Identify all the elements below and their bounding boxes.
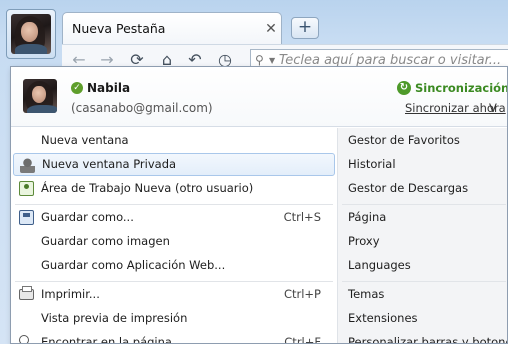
close-icon[interactable]: ✕	[261, 21, 281, 37]
avatar	[23, 79, 57, 113]
shortcut-label: Ctrl+P	[283, 287, 321, 301]
menu-separator	[342, 281, 506, 282]
menu-item-proxy[interactable]: Proxy	[338, 230, 507, 253]
menu-item-label: Nueva ventana Privada	[42, 157, 177, 171]
menu-left-column: Nueva ventana Nueva ventana Privada Área…	[11, 128, 337, 344]
menu-item-guardar-como-imagen[interactable]: Guardar como imagen	[13, 230, 335, 253]
user-email: (casanabo@gmail.com)	[71, 101, 213, 115]
chevron-down-icon[interactable]: ▼	[269, 56, 279, 65]
profile-dropdown-menu: ✓ Nabila (casanabo@gmail.com) ↻ Sincroni…	[10, 66, 508, 344]
more-link[interactable]: V	[489, 101, 497, 115]
private-window-icon	[20, 158, 35, 173]
tab-nueva-pestana[interactable]: Nueva Pestaña ✕	[62, 12, 282, 44]
menu-item-temas[interactable]: Temas	[338, 283, 507, 306]
menu-item-encontrar-en-pagina[interactable]: Encontrar en la página Ctrl+F	[13, 331, 335, 344]
menu-item-extensiones[interactable]: Extensiones	[338, 307, 507, 330]
shortcut-label: Ctrl+S	[283, 210, 321, 224]
menu-item-label: Área de Trabajo Nueva (otro usuario)	[41, 181, 254, 195]
search-icon: ⚲	[255, 53, 264, 67]
menu-item-personalizar-barras[interactable]: Personalizar barras y botones	[338, 331, 507, 343]
printer-icon	[19, 286, 34, 300]
avatar	[11, 14, 51, 54]
shortcut-label: Ctrl+F	[284, 335, 321, 344]
menu-item-nueva-ventana[interactable]: Nueva ventana	[13, 129, 335, 152]
menu-item-vista-previa-impresion[interactable]: Vista previa de impresión	[13, 307, 335, 330]
menu-separator	[15, 204, 333, 205]
tab-title: Nueva Pestaña	[72, 21, 166, 36]
menu-item-imprimir[interactable]: Imprimir... Ctrl+P	[13, 283, 335, 306]
menu-item-languages[interactable]: Languages	[338, 254, 507, 277]
menu-item-pagina[interactable]: Página	[338, 206, 507, 229]
user-name: Nabila	[87, 81, 131, 95]
profile-header: ✓ Nabila (casanabo@gmail.com) ↻ Sincroni…	[11, 67, 508, 127]
menu-item-label: Encontrar en la página	[41, 335, 172, 344]
menu-item-gestor-favoritos[interactable]: Gestor de Favoritos	[338, 129, 507, 152]
find-icon	[19, 335, 29, 343]
menu-item-historial[interactable]: Historial	[338, 153, 507, 176]
profile-avatar-button[interactable]	[6, 9, 56, 59]
menu-item-guardar-como-aplicacion-web[interactable]: Guardar como Aplicación Web...	[13, 254, 335, 277]
browser-chrome: Nueva Pestaña ✕ + ← → ⟳ ⌂ ↶ ◷ ⚲ ▼	[0, 0, 508, 74]
menu-item-label: Guardar como...	[41, 210, 134, 224]
sync-status: Sincronización co	[415, 81, 508, 95]
check-icon: ✓	[71, 82, 83, 94]
menu-item-gestor-descargas[interactable]: Gestor de Descargas	[338, 177, 507, 200]
new-user-icon	[19, 181, 34, 196]
menu-separator	[342, 204, 506, 205]
menu-item-label: Imprimir...	[41, 287, 100, 301]
sync-icon: ↻	[397, 81, 411, 95]
menu-item-label: Guardar como imagen	[41, 234, 170, 248]
menu-item-guardar-como[interactable]: Guardar como... Ctrl+S	[13, 206, 335, 229]
menu-item-label: Nueva ventana	[41, 133, 129, 147]
menu-item-label: Guardar como Aplicación Web...	[41, 258, 226, 272]
menu-item-label: Vista previa de impresión	[41, 311, 188, 325]
save-icon	[19, 210, 34, 225]
menu-item-nueva-ventana-privada[interactable]: Nueva ventana Privada	[13, 153, 335, 176]
new-tab-button[interactable]: +	[291, 17, 319, 39]
menu-right-column: Gestor de Favoritos Historial Gestor de …	[337, 128, 507, 343]
menu-separator	[15, 281, 333, 282]
menu-item-area-trabajo-nueva[interactable]: Área de Trabajo Nueva (otro usuario)	[13, 177, 335, 200]
